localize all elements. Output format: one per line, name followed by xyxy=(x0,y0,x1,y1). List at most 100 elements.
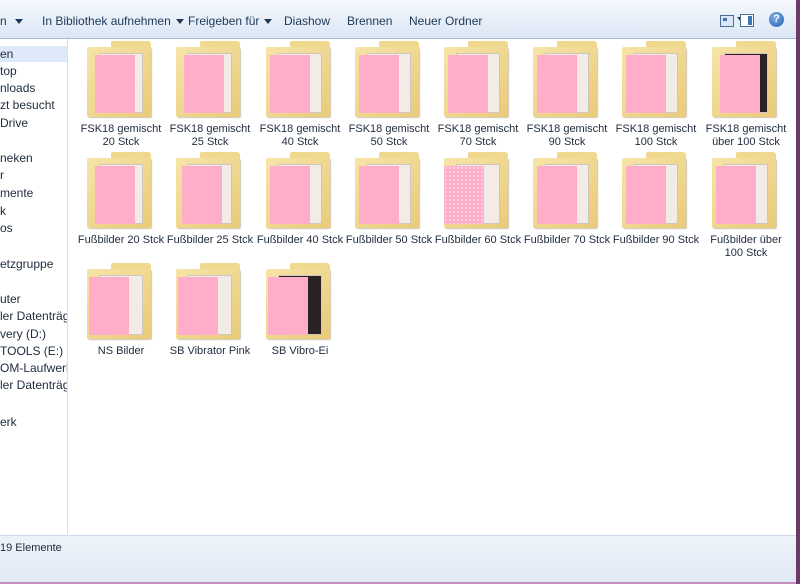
nav-item[interactable]: top xyxy=(0,63,17,79)
share-with-button[interactable]: Freigeben für xyxy=(188,0,273,38)
folder-icon xyxy=(266,263,330,339)
slideshow-label: Diashow xyxy=(284,14,331,28)
folder-icon xyxy=(176,41,240,117)
chevron-down-icon xyxy=(175,19,184,24)
nav-item[interactable]: uter xyxy=(0,291,21,307)
nav-item[interactable]: os xyxy=(0,220,13,236)
folder-name-line: 100 Stck xyxy=(724,247,768,259)
folder-name-line: Fußbilder 50 Stck xyxy=(345,234,433,246)
folder-name: SB Vibro-Ei xyxy=(256,345,344,358)
nav-item[interactable]: zt besucht xyxy=(0,97,55,113)
nav-item[interactable]: very (D:) xyxy=(0,326,46,342)
folder-icon xyxy=(176,152,240,228)
nav-item[interactable]: nloads xyxy=(0,80,35,96)
nav-item[interactable]: Drive xyxy=(0,115,28,131)
folder-name: SB Vibrator Pink xyxy=(166,345,254,358)
folder-name-line: FSK18 gemischt xyxy=(259,123,341,135)
folder-name: FSK18 gemischt über 100 Stck xyxy=(702,123,790,149)
folder-name-line: FSK18 gemischt xyxy=(705,123,787,135)
burn-label: Brennen xyxy=(347,14,393,28)
redacted-thumbnail xyxy=(537,55,577,113)
include-in-library-button[interactable]: In Bibliothek aufnehmen xyxy=(42,0,184,38)
folder-name: Fußbilder über 100 Stck xyxy=(702,234,790,260)
folder-icon xyxy=(533,41,597,117)
folder-icon xyxy=(355,41,419,117)
folder-name-line: 100 Stck xyxy=(634,136,678,148)
folder-name: FSK18 gemischt 70 Stck xyxy=(434,123,522,149)
nav-item[interactable]: ler Datenträger xyxy=(0,377,67,393)
folder-name-line: NS Bilder xyxy=(97,345,145,357)
redacted-thumbnail xyxy=(359,55,399,113)
folder-name-line: FSK18 gemischt xyxy=(348,123,430,135)
redacted-thumbnail xyxy=(626,166,666,224)
nav-item[interactable]: TOOLS (E:) xyxy=(0,343,63,359)
help-icon[interactable]: ? xyxy=(769,12,784,27)
include-in-library-label: In Bibliothek aufnehmen xyxy=(42,14,171,28)
folder-icon xyxy=(533,152,597,228)
redacted-thumbnail xyxy=(182,166,222,224)
share-with-label: Freigeben für xyxy=(188,14,260,28)
navigation-pane[interactable]: en top nloads zt besucht Drive neken r mente k os… xyxy=(0,39,68,534)
nav-item[interactable]: OM-Laufwerk ( xyxy=(0,360,67,376)
redacted-thumbnail xyxy=(184,55,224,113)
folder-icon xyxy=(622,152,686,228)
redacted-thumbnail xyxy=(270,55,310,113)
folder-name-line: über 100 Stck xyxy=(712,136,780,148)
folder-name: Fußbilder 25 Stck xyxy=(166,234,254,247)
folder-name-line: Fußbilder 20 Stck xyxy=(77,234,165,246)
folder-icon xyxy=(87,152,151,228)
redacted-thumbnail xyxy=(537,166,577,224)
nav-item[interactable]: etzgruppe xyxy=(0,256,53,272)
folder-name-line: FSK18 gemischt xyxy=(169,123,251,135)
folder-name-line: FSK18 gemischt xyxy=(80,123,162,135)
nav-item[interactable]: ler Datenträger xyxy=(0,308,67,324)
nav-item[interactable]: erk xyxy=(0,414,17,430)
redacted-thumbnail xyxy=(626,55,666,113)
folder-name-line: Fußbilder 90 Stck xyxy=(612,234,700,246)
folder-name: FSK18 gemischt 40 Stck xyxy=(256,123,344,149)
folder-name: Fußbilder 60 Stck xyxy=(434,234,522,247)
redacted-thumbnail xyxy=(359,166,399,224)
slideshow-button[interactable]: Diashow xyxy=(284,0,330,38)
folder-name-line: Fußbilder 40 Stck xyxy=(256,234,344,246)
folder-name: Fußbilder 90 Stck xyxy=(612,234,700,247)
folder-name-line: 50 Stck xyxy=(370,136,408,148)
folder-name-line: 90 Stck xyxy=(548,136,586,148)
nav-item[interactable]: mente xyxy=(0,185,33,201)
folder-name-line: FSK18 gemischt xyxy=(437,123,519,135)
folder-icon xyxy=(266,152,330,228)
folder-name: FSK18 gemischt 100 Stck xyxy=(612,123,700,149)
folder-name: FSK18 gemischt 20 Stck xyxy=(77,123,165,149)
folder-name: FSK18 gemischt 50 Stck xyxy=(345,123,433,149)
nav-item[interactable]: r xyxy=(0,167,4,183)
folder-name-line: Fußbilder 25 Stck xyxy=(166,234,254,246)
folder-name-line: SB Vibro-Ei xyxy=(271,345,329,357)
new-folder-button[interactable]: Neuer Ordner xyxy=(409,0,482,38)
folder-icon xyxy=(87,41,151,117)
redacted-thumbnail xyxy=(448,55,488,113)
file-list[interactable]: FSK18 gemischt 20 Stck FSK18 gemischt 25 St… xyxy=(68,39,796,534)
views-grid-icon xyxy=(720,15,734,27)
folder-name: Fußbilder 70 Stck xyxy=(523,234,611,247)
folder-name: Fußbilder 20 Stck xyxy=(77,234,165,247)
burn-button[interactable]: Brennen xyxy=(347,0,392,38)
redacted-thumbnail xyxy=(268,277,308,335)
folder-name-line: 40 Stck xyxy=(281,136,319,148)
nav-item[interactable]: k xyxy=(0,203,6,219)
redacted-thumbnail xyxy=(89,277,129,335)
nav-item[interactable]: en xyxy=(0,46,67,62)
explorer-window: n In Bibliothek aufnehmen Freigeben für … xyxy=(0,0,796,584)
folder-name: FSK18 gemischt 25 Stck xyxy=(166,123,254,149)
folder-name: NS Bilder xyxy=(77,345,165,358)
folder-name-line: 25 Stck xyxy=(191,136,229,148)
folder-icon xyxy=(712,41,776,117)
nav-item[interactable]: neken xyxy=(0,150,33,166)
redacted-thumbnail xyxy=(270,166,310,224)
folder-name-line: 70 Stck xyxy=(459,136,497,148)
preview-pane-icon[interactable] xyxy=(740,14,754,27)
organize-button[interactable]: n xyxy=(0,0,24,38)
organize-label: n xyxy=(0,14,7,28)
folder-name-line: FSK18 gemischt xyxy=(526,123,608,135)
folder-icon xyxy=(444,41,508,117)
folder-icon xyxy=(622,41,686,117)
